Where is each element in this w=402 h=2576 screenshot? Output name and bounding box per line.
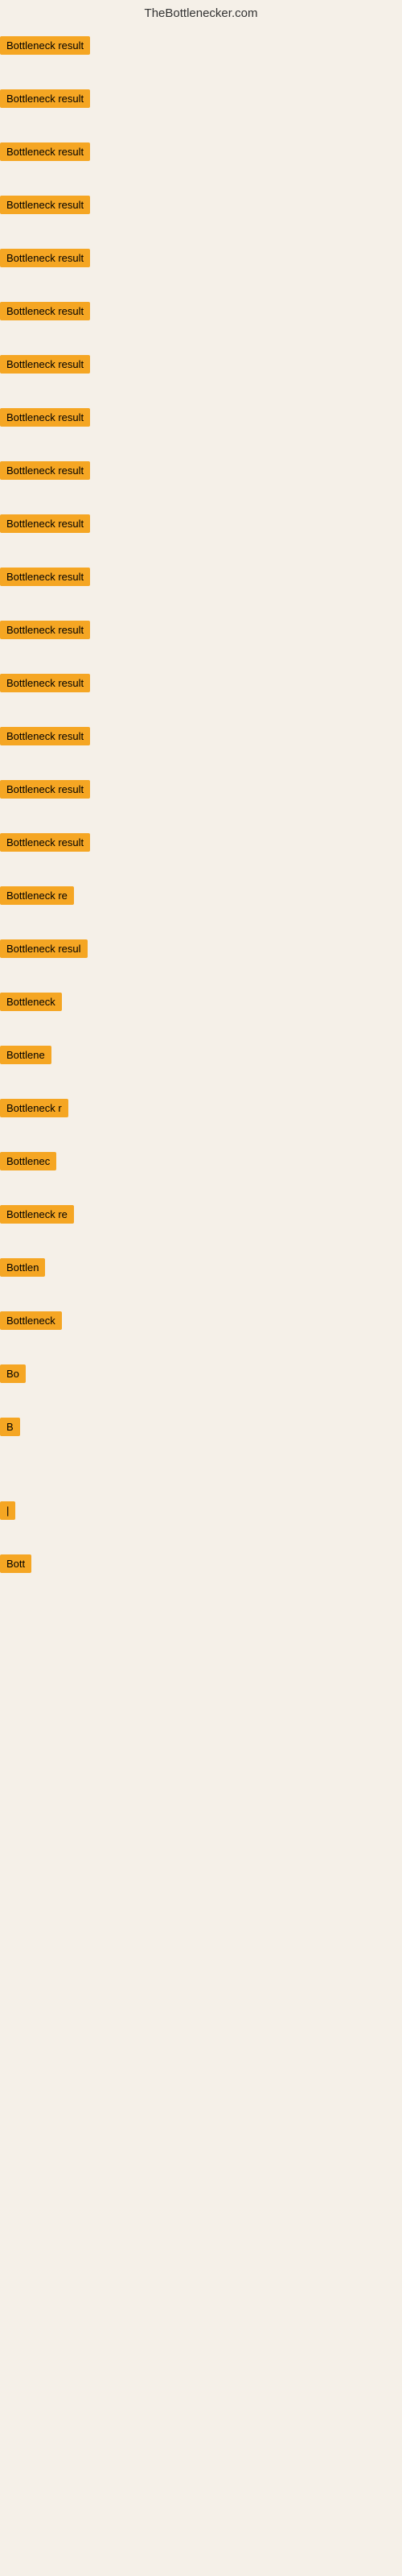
bottleneck-badge[interactable]: Bottleneck result <box>0 514 90 533</box>
list-item: Bottleneck result <box>0 667 402 720</box>
bottleneck-badge[interactable]: | <box>0 1501 15 1520</box>
list-item: Bottleneck result <box>0 827 402 880</box>
list-item: Bottlen <box>0 1252 402 1305</box>
bottleneck-badge[interactable]: Bottlen <box>0 1258 45 1277</box>
list-item: Bottlenec <box>0 1146 402 1199</box>
list-item: | <box>0 1495 402 1548</box>
bottleneck-badge[interactable]: Bottleneck result <box>0 727 90 745</box>
bottleneck-badge[interactable]: B <box>0 1418 20 1436</box>
bottleneck-badge[interactable]: Bottlene <box>0 1046 51 1064</box>
list-item: Bottleneck <box>0 986 402 1039</box>
bottleneck-badge[interactable]: Bottleneck re <box>0 1205 74 1224</box>
list-item: Bottleneck result <box>0 402 402 455</box>
bottleneck-badge[interactable]: Bottleneck r <box>0 1099 68 1117</box>
bottleneck-badge[interactable]: Bottleneck result <box>0 302 90 320</box>
list-item: Bottleneck result <box>0 242 402 295</box>
list-item: Bottleneck result <box>0 30 402 83</box>
list-item: Bottleneck result <box>0 455 402 508</box>
list-item: Bottleneck result <box>0 561 402 614</box>
bottleneck-badge[interactable]: Bottleneck result <box>0 89 90 108</box>
list-item: Bottleneck r <box>0 1092 402 1146</box>
bottleneck-badge[interactable]: Bottleneck result <box>0 674 90 692</box>
bottleneck-badge[interactable]: Bottleneck result <box>0 196 90 214</box>
bottleneck-badge[interactable]: Bottleneck result <box>0 780 90 799</box>
list-item: Bottleneck result <box>0 720 402 774</box>
site-title: TheBottlenecker.com <box>0 0 402 30</box>
list-item: B <box>0 1411 402 1464</box>
list-item: Bottleneck resul <box>0 933 402 986</box>
list-item: Bo <box>0 1358 402 1411</box>
bottleneck-badge[interactable]: Bottleneck <box>0 993 62 1011</box>
bottleneck-badge[interactable]: Bottleneck re <box>0 886 74 905</box>
bottleneck-badge[interactable]: Bottleneck <box>0 1311 62 1330</box>
list-item <box>0 1464 402 1495</box>
bottleneck-badge[interactable]: Bottleneck resul <box>0 939 88 958</box>
list-item: Bottleneck result <box>0 349 402 402</box>
bottleneck-badge[interactable]: Bottleneck result <box>0 142 90 161</box>
list-item: Bottleneck re <box>0 880 402 933</box>
bottleneck-badge[interactable]: Bottleneck result <box>0 249 90 267</box>
list-item: Bottleneck result <box>0 774 402 827</box>
bottleneck-badge[interactable]: Bott <box>0 1554 31 1573</box>
bottleneck-badge[interactable]: Bottleneck result <box>0 833 90 852</box>
bottleneck-badge[interactable]: Bottleneck result <box>0 36 90 55</box>
bottleneck-badge[interactable]: Bo <box>0 1364 26 1383</box>
bottleneck-badge[interactable]: Bottleneck result <box>0 568 90 586</box>
list-item: Bottleneck result <box>0 189 402 242</box>
list-item: Bottleneck re <box>0 1199 402 1252</box>
list-item: Bottleneck result <box>0 83 402 136</box>
bottleneck-badge[interactable]: Bottleneck result <box>0 621 90 639</box>
bottleneck-badge[interactable]: Bottleneck result <box>0 461 90 480</box>
list-item: Bottleneck <box>0 1305 402 1358</box>
list-item: Bottleneck result <box>0 508 402 561</box>
list-item: Bottleneck result <box>0 614 402 667</box>
bottleneck-badge[interactable]: Bottlenec <box>0 1152 56 1170</box>
bottleneck-badge[interactable]: Bottleneck result <box>0 355 90 374</box>
list-item: Bott <box>0 1548 402 1601</box>
list-item: Bottleneck result <box>0 295 402 349</box>
bottleneck-badge[interactable]: Bottleneck result <box>0 408 90 427</box>
list-item: Bottleneck result <box>0 136 402 189</box>
list-item: Bottlene <box>0 1039 402 1092</box>
